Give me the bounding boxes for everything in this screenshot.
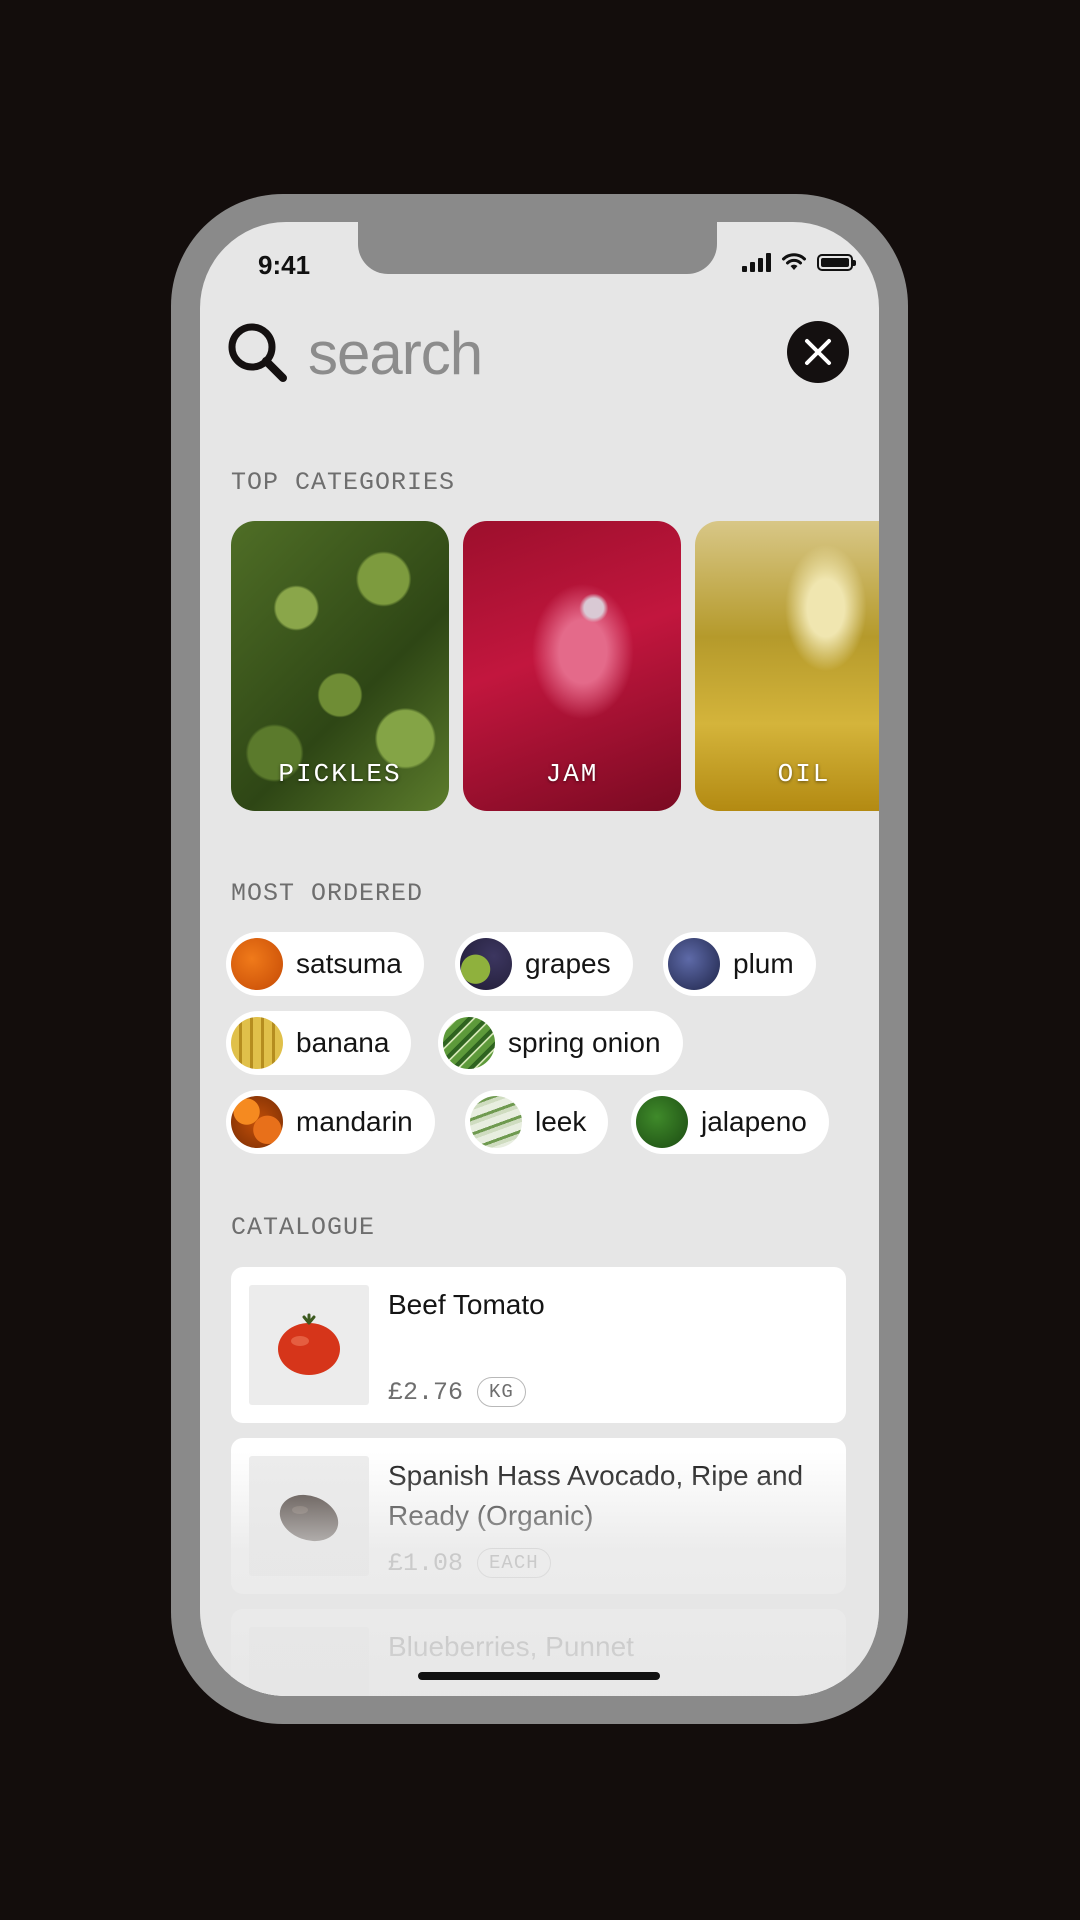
unit-badge: KG xyxy=(477,1377,526,1407)
chip-label: plum xyxy=(733,948,794,979)
category-card-oil[interactable]: OIL xyxy=(695,521,879,811)
chip-grapes[interactable]: grapes xyxy=(455,932,633,996)
search-bar xyxy=(226,317,849,389)
search-input[interactable] xyxy=(306,317,670,389)
product-card-beef-tomato[interactable]: Beef Tomato £2.76 KG xyxy=(231,1267,846,1423)
leek-thumbnail xyxy=(470,1096,522,1148)
grapes-thumbnail xyxy=(460,938,512,990)
spring-onion-thumbnail xyxy=(443,1017,495,1069)
category-label: JAM xyxy=(545,759,599,789)
banana-thumbnail xyxy=(231,1017,283,1069)
mandarin-thumbnail xyxy=(231,1096,283,1148)
home-indicator[interactable] xyxy=(418,1672,660,1680)
phone-notch xyxy=(358,222,717,274)
status-icons xyxy=(742,252,856,272)
chip-mandarin[interactable]: mandarin xyxy=(226,1090,435,1154)
product-image xyxy=(249,1627,369,1696)
product-card-blueberries[interactable]: Blueberries, Punnet xyxy=(231,1609,846,1696)
search-icon xyxy=(228,323,287,382)
chip-spring-onion[interactable]: spring onion xyxy=(438,1011,683,1075)
chip-label: satsuma xyxy=(296,948,402,979)
product-image xyxy=(249,1285,369,1405)
battery-icon xyxy=(817,253,856,271)
category-card-pickles[interactable]: PICKLES xyxy=(231,521,449,811)
product-name: Blueberries, Punnet xyxy=(388,1631,634,1662)
chip-jalapeno[interactable]: jalapeno xyxy=(631,1090,829,1154)
product-name: Beef Tomato xyxy=(388,1289,545,1320)
chip-label: jalapeno xyxy=(701,1106,807,1137)
category-card-jam[interactable]: JAM xyxy=(463,521,681,811)
product-image xyxy=(249,1456,369,1576)
unit-badge: EACH xyxy=(477,1548,551,1578)
product-price-row: £2.76 KG xyxy=(388,1377,526,1407)
product-name: Spanish Hass Avocado, Ripe and Ready (Or… xyxy=(388,1460,804,1531)
status-time: 9:41 xyxy=(258,250,311,280)
avocado-icon xyxy=(279,1494,339,1542)
category-label: PICKLES xyxy=(278,759,402,789)
chip-leek[interactable]: leek xyxy=(465,1090,609,1154)
plum-thumbnail xyxy=(668,938,720,990)
chip-label: mandarin xyxy=(296,1106,413,1137)
cellular-signal-icon xyxy=(742,252,771,272)
close-icon xyxy=(805,339,831,365)
jalapeno-thumbnail xyxy=(636,1096,688,1148)
most-ordered-heading: MOST ORDERED xyxy=(231,879,424,908)
top-categories-carousel[interactable]: PICKLES JAM OIL xyxy=(231,521,879,811)
chip-label: leek xyxy=(535,1106,587,1137)
app-screen: 9:41 TOP CATEGORIES PICKLES J xyxy=(200,222,879,1696)
product-price: £2.76 xyxy=(388,1377,464,1407)
top-categories-heading: TOP CATEGORIES xyxy=(231,468,456,497)
tomato-icon xyxy=(278,1313,340,1375)
chip-plum[interactable]: plum xyxy=(663,932,816,996)
chip-label: spring onion xyxy=(508,1027,661,1058)
product-price-row: £1.08 EACH xyxy=(388,1548,551,1578)
chip-satsuma[interactable]: satsuma xyxy=(226,932,424,996)
satsuma-thumbnail xyxy=(231,938,283,990)
close-button[interactable] xyxy=(787,321,849,383)
chip-label: banana xyxy=(296,1027,390,1058)
chip-label: grapes xyxy=(525,948,611,979)
wifi-icon xyxy=(782,253,806,270)
chip-banana[interactable]: banana xyxy=(226,1011,412,1075)
product-price: £1.08 xyxy=(388,1548,464,1578)
product-card-avocado[interactable]: Spanish Hass Avocado, Ripe and Ready (Or… xyxy=(231,1438,846,1594)
category-label: OIL xyxy=(777,759,831,789)
catalogue-heading: CATALOGUE xyxy=(231,1213,376,1242)
